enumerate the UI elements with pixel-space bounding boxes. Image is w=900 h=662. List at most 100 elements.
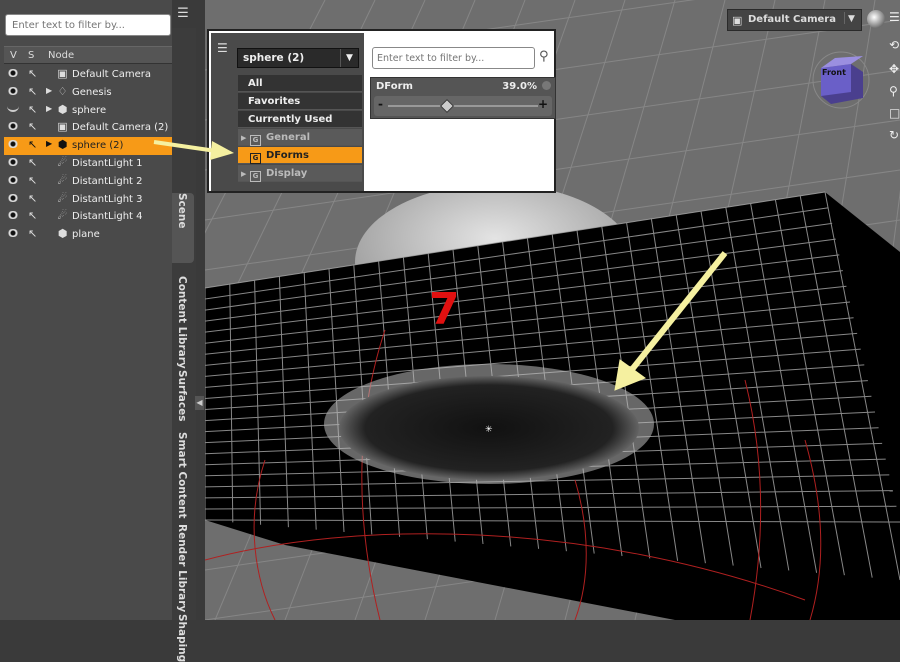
selectable-cursor-icon[interactable]: ↖ (28, 67, 37, 80)
selectable-cursor-icon[interactable]: ↖ (28, 174, 37, 187)
scene-node-row[interactable]: ↖ ▶ ♢ Genesis (4, 84, 172, 102)
chevron-down-icon[interactable]: ▼ (844, 12, 858, 24)
tab-shaping[interactable]: Shaping (172, 614, 194, 662)
chevron-down-icon[interactable]: ▼ (340, 49, 358, 67)
expand-arrow-icon[interactable]: ▶ (46, 86, 52, 95)
column-visibility[interactable]: V (10, 50, 17, 61)
selectable-cursor-icon[interactable]: ↖ (28, 209, 37, 222)
scene-column-header: V S Node (4, 46, 172, 64)
scene-node-row[interactable]: ↖ ☄ DistantLight 3 (4, 191, 172, 209)
navigation-cube[interactable]: Front (811, 48, 871, 110)
eye-icon[interactable] (7, 105, 19, 112)
tab-render-library[interactable]: Render Library (172, 524, 194, 612)
eye-icon[interactable] (7, 122, 19, 131)
category-favorites[interactable]: Favorites (238, 93, 362, 110)
group-icon: G (250, 135, 261, 146)
scene-node-row[interactable]: ↖ ⬢ plane (4, 226, 172, 244)
decrement-button[interactable]: - (378, 97, 383, 111)
category-label: General (266, 132, 310, 143)
increment-button[interactable]: + (538, 97, 548, 111)
expand-arrow-icon[interactable]: ▶ (46, 139, 52, 148)
category-general[interactable]: ▶ G General (238, 129, 362, 146)
scene-node-row[interactable]: ↖ ☄ DistantLight 1 (4, 155, 172, 173)
eye-icon[interactable] (7, 211, 19, 220)
parameter-slider[interactable]: - + (374, 96, 552, 116)
eye-icon[interactable] (7, 175, 19, 184)
slider-track (388, 105, 538, 107)
view-style-sphere-icon[interactable] (867, 10, 885, 28)
tab-surfaces[interactable]: Surfaces (172, 370, 194, 430)
dform-parameter: DForm 39.0% - + (370, 77, 556, 119)
node-label: Genesis (72, 86, 112, 98)
rotate-icon[interactable]: ↻ (889, 128, 900, 142)
category-label: Display (266, 168, 308, 179)
pane-menu-icon[interactable]: ☰ (173, 5, 193, 25)
selectable-cursor-icon[interactable]: ↖ (28, 156, 37, 169)
cube-face-label: Front (822, 68, 846, 77)
expand-arrow-icon[interactable]: ▶ (241, 170, 250, 178)
selectable-cursor-icon[interactable]: ↖ (28, 85, 37, 98)
group-icon: G (250, 153, 261, 164)
parameter-filter-input[interactable] (372, 47, 535, 69)
scene-node-row[interactable]: ↖ ▣ Default Camera (2) (4, 119, 172, 137)
search-icon[interactable]: ⚲ (539, 49, 549, 64)
node-label: DistantLight 3 (72, 193, 143, 205)
pan-icon[interactable]: ✥ (889, 62, 900, 76)
selectable-cursor-icon[interactable]: ↖ (28, 120, 37, 133)
frame-icon[interactable]: □ (889, 106, 900, 120)
eye-icon[interactable] (7, 229, 19, 238)
tab-scene[interactable]: Scene (172, 193, 194, 263)
category-dforms[interactable]: G DForms (238, 147, 362, 164)
slider-handle[interactable] (439, 98, 454, 114)
expand-arrow-icon[interactable]: ▶ (241, 134, 250, 142)
tab-content-library[interactable]: Content Library (172, 276, 194, 369)
scene-node-row[interactable]: ↖ ☄ DistantLight 2 (4, 173, 172, 191)
eye-icon[interactable] (7, 140, 19, 149)
parameter-name: DForm (376, 81, 413, 92)
category-label: Currently Used (248, 114, 333, 125)
scene-node-row[interactable]: ↖ ☄ DistantLight 4 (4, 208, 172, 226)
category-label: All (248, 78, 263, 89)
category-currently-used[interactable]: Currently Used (238, 111, 362, 128)
eye-icon[interactable] (7, 86, 19, 95)
camera-label: Default Camera (748, 14, 836, 25)
column-node[interactable]: Node (48, 50, 74, 61)
scene-node-list: ↖ ▣ Default Camera ↖ ▶ ♢ Genesis ↖ ▶ ⬢ sphere ↖ ▣ Def… (4, 66, 172, 244)
node-label: sphere (72, 104, 107, 116)
collapse-pane-handle[interactable]: ◀ (195, 396, 204, 410)
selectable-cursor-icon[interactable]: ↖ (28, 192, 37, 205)
scene-node-row[interactable]: ↖ ▣ Default Camera (4, 66, 172, 84)
camera-icon: ▣ (732, 14, 743, 27)
zoom-icon[interactable]: ⚲ (889, 84, 900, 98)
primitive-icon: ⬢ (57, 102, 68, 116)
eye-icon[interactable] (7, 157, 19, 166)
tab-smart-content[interactable]: Smart Content (172, 432, 194, 518)
node-label: plane (72, 229, 100, 241)
category-display[interactable]: ▶ G Display (238, 165, 362, 182)
scene-node-row[interactable]: ↖ ▶ ⬢ sphere (2) (4, 137, 172, 155)
figure-icon: ♢ (57, 84, 68, 98)
camera-icon: ▣ (57, 120, 68, 134)
eye-icon[interactable] (7, 193, 19, 202)
node-selector[interactable]: sphere (2) ▼ (237, 48, 359, 68)
selectable-cursor-icon[interactable]: ↖ (28, 227, 37, 240)
eye-icon[interactable] (7, 69, 19, 77)
orbit-icon[interactable]: ⟲ (889, 38, 900, 52)
scene-filter-input[interactable] (5, 14, 171, 36)
pane-tab-strip: Scene Content Library Surfaces Smart Con… (172, 28, 196, 662)
node-label: sphere (2) (72, 140, 124, 152)
expand-arrow-icon[interactable]: ▶ (46, 104, 52, 113)
column-selectability[interactable]: S (28, 50, 34, 61)
camera-selector[interactable]: ▣ Default Camera ▼ (727, 9, 862, 31)
camera-icon: ▣ (57, 67, 68, 80)
pane-menu-icon[interactable]: ☰ (217, 41, 228, 55)
selectable-cursor-icon[interactable]: ↖ (28, 103, 37, 116)
category-label: Favorites (248, 96, 301, 107)
category-all[interactable]: All (238, 75, 362, 92)
group-icon: G (250, 171, 261, 182)
gear-icon[interactable] (542, 81, 551, 90)
selectable-cursor-icon[interactable]: ↖ (28, 138, 37, 151)
parameter-value[interactable]: 39.0% (502, 81, 537, 92)
viewport-menu-icon[interactable]: ☰ (889, 10, 900, 24)
scene-node-row[interactable]: ↖ ▶ ⬢ sphere (4, 102, 172, 120)
